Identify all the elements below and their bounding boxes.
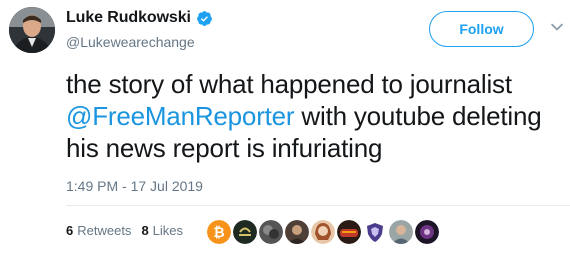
user-handle[interactable]: @Lukewearechange (66, 34, 195, 50)
tweet-timestamp[interactable]: 1:49 PM - 17 Jul 2019 (66, 178, 203, 194)
tweet-text: the story of what happened to journalist… (66, 68, 556, 164)
likers-list: ₿ (207, 220, 441, 244)
liker-avatar-bitcoin[interactable]: ₿ (207, 220, 231, 244)
likes-count: 8 (141, 223, 149, 238)
liker-avatar-person[interactable] (285, 220, 309, 244)
follow-button[interactable]: Follow (429, 11, 534, 47)
liker-avatar-galaxy[interactable] (415, 220, 439, 244)
liker-avatar-woman[interactable] (311, 220, 335, 244)
retweets-label: Retweets (77, 223, 132, 238)
likes-label: Likes (152, 223, 184, 238)
liker-avatar-man[interactable] (389, 220, 413, 244)
display-name[interactable]: Luke Rudkowski (66, 9, 191, 27)
user-name-row: Luke Rudkowski (66, 9, 213, 27)
user-avatar[interactable] (9, 7, 55, 53)
verified-badge-icon (196, 10, 213, 27)
tweet-stats: 6 Retweets 8 Likes (66, 223, 193, 238)
divider (66, 205, 570, 206)
likes-stat[interactable]: 8 Likes (141, 223, 183, 238)
liker-avatar-sunset[interactable] (337, 220, 361, 244)
liker-avatar-abstract[interactable] (259, 220, 283, 244)
tweet-text-before: the story of what happened to journalist (66, 69, 512, 99)
retweets-count: 6 (66, 223, 74, 238)
liker-avatar-shield[interactable] (363, 220, 387, 244)
svg-text:₿: ₿ (213, 225, 224, 241)
chevron-down-icon[interactable] (550, 20, 564, 34)
mention-link[interactable]: @FreeManReporter (66, 101, 295, 131)
liker-avatar-libra[interactable] (233, 220, 257, 244)
retweets-stat[interactable]: 6 Retweets (66, 223, 131, 238)
